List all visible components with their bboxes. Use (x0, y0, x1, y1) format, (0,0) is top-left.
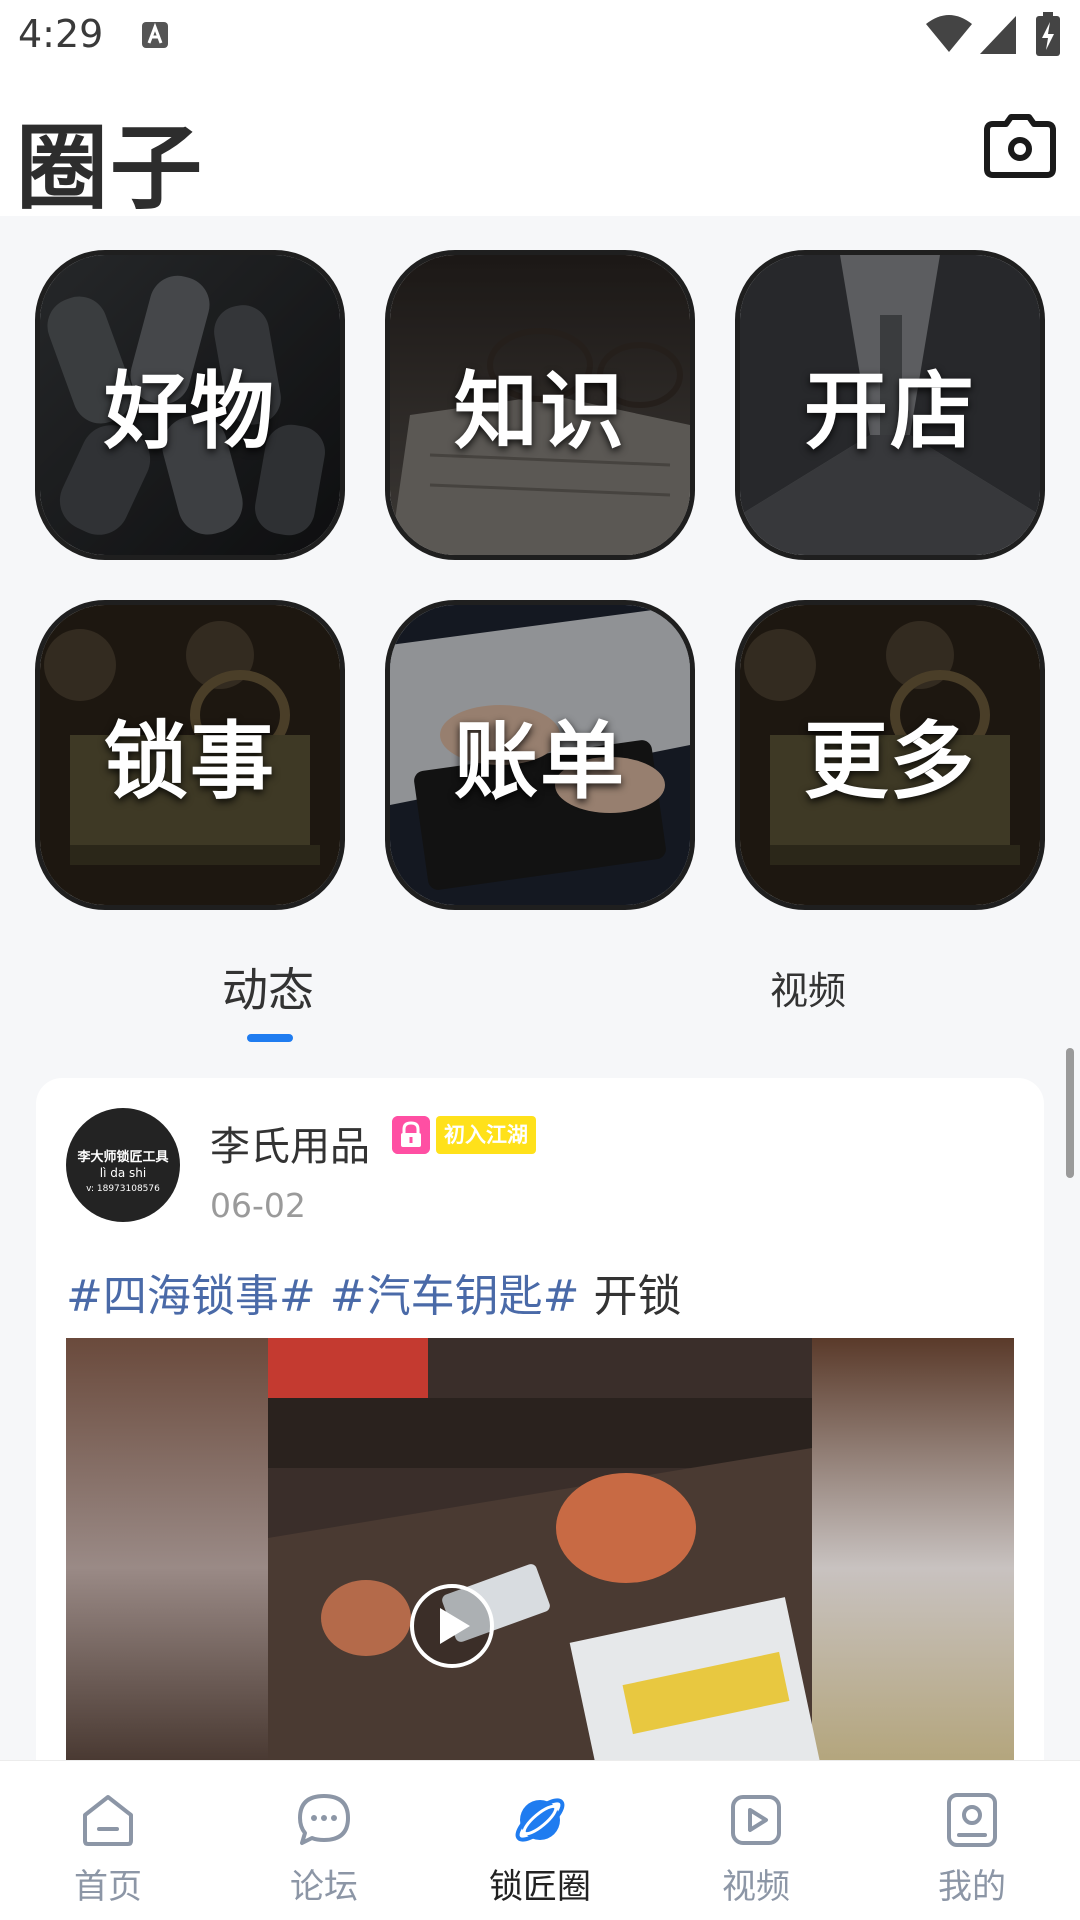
nav-item-forum[interactable]: 论坛 (216, 1761, 432, 1920)
post-card[interactable]: 李大师锁匠工具 lì da shi v: 18973108576 李氏用品 初入… (36, 1078, 1044, 1798)
signal-icon (980, 16, 1016, 54)
avatar[interactable]: 李大师锁匠工具 lì da shi v: 18973108576 (66, 1108, 180, 1222)
category-label: 锁事 (103, 712, 276, 811)
author-name[interactable]: 李氏用品 (210, 1114, 370, 1172)
category-tile-more[interactable]: 更多 (735, 600, 1045, 910)
bottom-nav: 首页 论坛 锁匠圈 视频 我的 (0, 1760, 1080, 1920)
category-label: 更多 (803, 712, 976, 811)
avatar-contact: v: 18973108576 (86, 1184, 160, 1194)
nav-label: 锁匠圈 (489, 1867, 591, 1907)
category-label: 知识 (453, 362, 626, 461)
category-grid: 好物 知识 开店 锁事 账单 更多 (0, 216, 1080, 936)
tab-dynamics[interactable]: 动态 (222, 954, 314, 1020)
post-video-thumbnail[interactable] (66, 1338, 1014, 1798)
category-tile-open-shop[interactable]: 开店 (735, 250, 1045, 560)
chat-icon (298, 1794, 350, 1845)
camera-icon[interactable] (984, 114, 1056, 178)
active-tab-indicator (247, 1034, 293, 1042)
post-date: 06-02 (210, 1186, 306, 1225)
nav-item-locksmith-circle[interactable]: 锁匠圈 (432, 1761, 648, 1920)
app-header: 圈子 (0, 72, 1080, 222)
nav-item-video[interactable]: 视频 (648, 1761, 864, 1920)
status-time: 4:29 (18, 12, 104, 56)
category-tile-bills[interactable]: 账单 (385, 600, 695, 910)
category-label: 开店 (803, 362, 976, 461)
nav-label: 我的 (938, 1867, 1006, 1907)
category-label: 账单 (453, 712, 626, 811)
scrollbar[interactable] (1066, 1048, 1074, 1178)
hashtag[interactable]: #四海锁事# (66, 1271, 316, 1322)
nav-item-profile[interactable]: 我的 (864, 1761, 1080, 1920)
video-icon (731, 1795, 781, 1845)
keyboard-indicator-icon (142, 22, 168, 48)
nav-label: 视频 (722, 1867, 790, 1907)
status-bar: 4:29 (0, 0, 1080, 72)
post-text: #四海锁事# #汽车钥匙# 开锁 (66, 1260, 681, 1324)
nav-item-home[interactable]: 首页 (0, 1761, 216, 1920)
avatar-shop-name: 李大师锁匠工具 (77, 1150, 169, 1165)
category-tile-lock-affairs[interactable]: 锁事 (35, 600, 345, 910)
level-badge: 初入江湖 (436, 1116, 536, 1154)
hashtag[interactable]: #汽车钥匙# (330, 1271, 580, 1322)
nav-label: 首页 (74, 1867, 142, 1907)
category-tile-goods[interactable]: 好物 (35, 250, 345, 560)
category-tile-knowledge[interactable]: 知识 (385, 250, 695, 560)
lock-icon (392, 1116, 430, 1154)
planet-icon (515, 1798, 565, 1842)
avatar-pinyin: lì da shi (99, 1166, 147, 1180)
page-title: 圈子 (16, 115, 205, 222)
battery-icon (1036, 12, 1060, 56)
post-body: 开锁 (593, 1271, 682, 1322)
profile-icon (947, 1793, 997, 1847)
nav-label: 论坛 (290, 1867, 358, 1907)
home-icon (83, 1795, 133, 1846)
tab-video[interactable]: 视频 (770, 960, 846, 1015)
video-frame-image (66, 1338, 1014, 1798)
feed-tabs: 动态 视频 (0, 936, 1080, 1066)
wifi-icon (926, 15, 972, 52)
category-label: 好物 (103, 362, 276, 461)
